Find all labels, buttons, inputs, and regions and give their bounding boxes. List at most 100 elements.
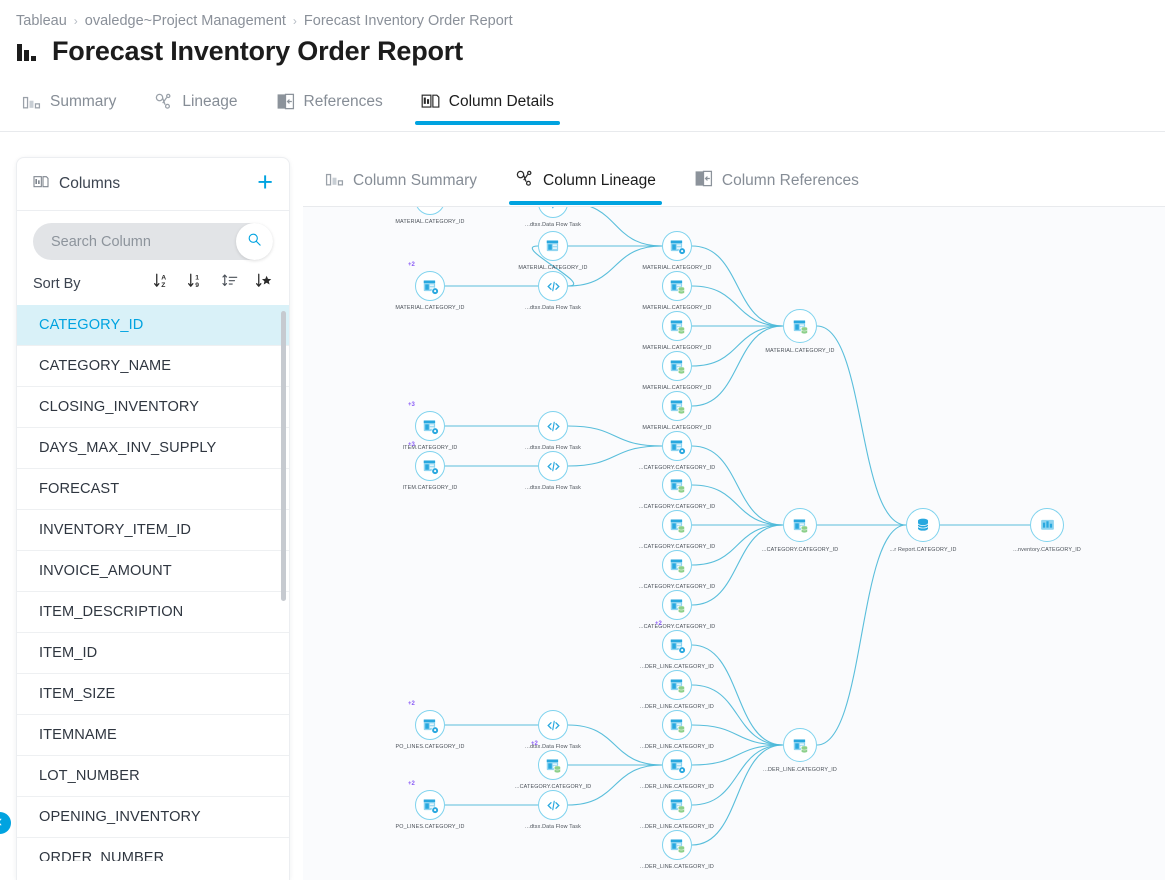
node-label: ...dtsx.Data Flow Task [525, 824, 581, 830]
database-red-icon [906, 508, 940, 542]
node-label: ...r Report.CATEGORY_ID [889, 547, 956, 553]
sidebar-collapse-handle[interactable] [0, 812, 11, 834]
add-column-button[interactable]: + [257, 169, 273, 200]
list-item[interactable]: CATEGORY_ID [17, 305, 289, 346]
svg-text:Z: Z [161, 282, 165, 289]
list-scrollbar[interactable] [281, 311, 286, 601]
tab-references[interactable]: References [270, 88, 389, 125]
table-gear-icon [662, 231, 692, 261]
breadcrumb-item-1[interactable]: ovaledge~Project Management [85, 13, 286, 29]
tab-label: Column Lineage [543, 172, 656, 190]
table-gear-icon [415, 271, 445, 301]
column-name: CATEGORY_NAME [39, 358, 171, 374]
svg-text:A: A [161, 275, 166, 282]
node-label: MATERIAL.CATEGORY_ID [395, 219, 464, 225]
list-item[interactable]: ITEM_DESCRIPTION [17, 592, 289, 633]
search-row [17, 211, 289, 260]
list-item[interactable]: LOT_NUMBER [17, 756, 289, 797]
columns-header: Columns + [17, 158, 289, 211]
node-label: ITEM.CATEGORY_ID [403, 485, 458, 491]
table-db-icon [662, 470, 692, 500]
node-label: ...dtsx.Data Flow Task [525, 222, 581, 228]
table-db-icon [538, 750, 568, 780]
list-item[interactable]: ITEM_SIZE [17, 674, 289, 715]
references-icon [694, 169, 713, 193]
column-name: OPENING_INVENTORY [39, 809, 201, 825]
node-count-badge: +2 [408, 701, 415, 707]
list-item[interactable]: OPENING_INVENTORY [17, 797, 289, 838]
list-item[interactable]: ITEMNAME [17, 715, 289, 756]
tab-column-references[interactable]: Column References [688, 157, 865, 205]
lineage-icon [515, 169, 534, 193]
node-label: ...CATEGORY.CATEGORY_ID [762, 547, 839, 553]
table-db-icon [662, 391, 692, 421]
list-item[interactable]: CLOSING_INVENTORY [17, 387, 289, 428]
breadcrumb-separator-icon: › [74, 14, 78, 28]
sort-icon-group: A Z 1 9 [153, 272, 273, 295]
tab-summary[interactable]: Summary [16, 88, 122, 125]
breadcrumb: Tableau › ovaledge~Project Management › … [16, 13, 513, 29]
sort-custom-icon[interactable] [221, 272, 239, 295]
node-count-badge: +2 [655, 621, 662, 627]
list-item[interactable]: INVOICE_AMOUNT [17, 551, 289, 592]
list-item[interactable]: FORECAST [17, 469, 289, 510]
table-gear-icon [415, 710, 445, 740]
tabs-divider [0, 131, 1165, 132]
lineage-canvas[interactable]: MATERIAL.CATEGORY_ID ...dtsx.Data Flow T… [303, 207, 1165, 880]
code-red-icon [538, 710, 568, 740]
tab-column-summary[interactable]: Column Summary [319, 157, 483, 205]
node-label: ...dtsx.Data Flow Task [525, 485, 581, 491]
node-label: ...nventory.CATEGORY_ID [1013, 547, 1081, 553]
list-item[interactable]: DAYS_MAX_INV_SUPPLY [17, 428, 289, 469]
table-gear-icon [662, 431, 692, 461]
sort-row: Sort By A Z 1 9 [17, 260, 289, 305]
tab-label: Column References [722, 172, 859, 190]
column-name: ITEM_DESCRIPTION [39, 604, 183, 620]
breadcrumb-separator-icon: › [293, 14, 297, 28]
columns-icon [33, 174, 49, 195]
column-name: LOT_NUMBER [39, 768, 140, 784]
node-count-badge: +2 [408, 262, 415, 268]
table-db-icon [662, 271, 692, 301]
tab-label: Lineage [182, 93, 237, 111]
table-db-icon [783, 508, 817, 542]
column-name: ITEM_ID [39, 645, 97, 661]
app-root: Tableau › ovaledge~Project Management › … [0, 0, 1165, 880]
table-gear-icon [415, 790, 445, 820]
table-gear-icon [662, 630, 692, 660]
svg-text:1: 1 [195, 275, 199, 282]
page-title-row: Forecast Inventory Order Report [16, 36, 463, 67]
column-tab-bar: Column Summary Column Lineage [319, 157, 1165, 207]
tab-column-lineage[interactable]: Column Lineage [509, 157, 662, 205]
references-icon [276, 92, 295, 111]
report-red-icon [1030, 508, 1064, 542]
lineage-graph: MATERIAL.CATEGORY_ID ...dtsx.Data Flow T… [303, 207, 1165, 880]
bar-chart-icon [16, 40, 40, 64]
column-name: INVOICE_AMOUNT [39, 563, 172, 579]
sort-alpha-desc-icon[interactable]: A Z [153, 272, 171, 295]
code-red-icon [538, 790, 568, 820]
tab-label: References [304, 93, 383, 111]
tab-column-details[interactable]: Column Details [415, 88, 560, 125]
list-item[interactable]: CATEGORY_NAME [17, 346, 289, 387]
table-gear-icon [662, 750, 692, 780]
list-item[interactable]: ITEM_ID [17, 633, 289, 674]
page-title: Forecast Inventory Order Report [52, 36, 463, 67]
sort-numeric-desc-icon[interactable]: 1 9 [187, 272, 205, 295]
column-name: ITEMNAME [39, 727, 117, 743]
table-gear-icon [415, 451, 445, 481]
column-name: CLOSING_INVENTORY [39, 399, 199, 415]
svg-text:9: 9 [195, 282, 199, 289]
table-db-icon [783, 728, 817, 762]
node-label: ...DER_LINE.CATEGORY_ID [763, 767, 837, 773]
list-item[interactable]: ORDER_NUMBER [17, 838, 289, 861]
sort-starred-icon[interactable] [255, 272, 273, 295]
breadcrumb-item-2[interactable]: Forecast Inventory Order Report [304, 13, 513, 29]
table-db-icon [662, 351, 692, 381]
tab-lineage[interactable]: Lineage [148, 88, 243, 125]
list-item[interactable]: INVENTORY_ITEM_ID [17, 510, 289, 551]
node-label: MATERIAL.CATEGORY_ID [395, 305, 464, 311]
breadcrumb-item-0[interactable]: Tableau [16, 13, 67, 29]
table-db-icon [662, 830, 692, 860]
search-button[interactable] [236, 223, 273, 260]
